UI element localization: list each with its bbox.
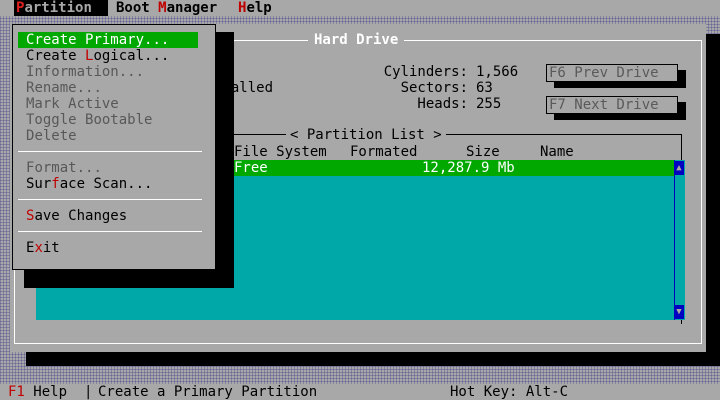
menu-item-label: nformation... [34,64,145,80]
menu-separator [18,151,202,152]
cylinders-value: 1,566 [476,64,519,80]
menu-item-delete: Delete [18,128,198,144]
window-title: Hard Drive [308,32,405,48]
scrollbar[interactable] [674,160,685,320]
menu-item-hotkey: A [68,96,77,112]
status-f1-hotkey: F1 [8,384,25,400]
menu-boot-manager-label-b: anager [166,0,218,16]
menu-partition-label: artition [24,0,92,16]
menu-item-label: elete [34,128,77,144]
menu-item-create-primary[interactable]: Create Primary... [18,32,198,48]
column-size: Size [466,144,500,160]
menu-boot-manager-label-a: Boot [116,0,159,16]
menu-item-label: Toggle [26,112,86,128]
row-size: 12,287.9 Mb [422,160,515,176]
cylinders-label: Cylinders: [383,64,468,80]
menu-item-hotkey: f [51,176,60,192]
menu-partition[interactable]: Partition [14,0,108,16]
menu-item-format: Format... [18,160,198,176]
next-drive-button[interactable]: F7 Next Drive [546,96,678,114]
heads-value: 255 [476,96,502,112]
menu-item-label: ogical... [93,48,170,64]
partition-list-title: < Partition List > [286,127,446,143]
column-formated: Formated [350,144,418,160]
menu-item-label: ename... [34,80,102,96]
menu-item-label: rimary... [93,32,170,48]
menu-help-label: elp [246,0,272,16]
menu-item-label: Create [26,48,86,64]
scroll-down-icon[interactable]: ▼ [674,305,684,319]
sectors-value: 63 [476,80,493,96]
menu-item-label: ctive [76,96,119,112]
menu-item-exit[interactable]: Exit [18,240,198,256]
menu-item-information: Information... [18,64,198,80]
status-bar: F1 Help | Create a Primary Partition Hot… [0,384,720,400]
menu-boot-manager[interactable]: Boot Manager [114,0,219,16]
menu-item-surface-scan[interactable]: Surface Scan... [18,176,198,192]
status-message: Create a Primary Partition [98,384,318,400]
menu-item-label: Create [26,32,86,48]
menu-item-label: Sur [26,176,52,192]
menu-item-hotkey: x [34,240,43,256]
menu-item-save-changes[interactable]: Save Changes [18,208,198,224]
column-file-system: File System [234,144,327,160]
menu-separator [18,231,202,232]
row-file-system: Free [234,160,268,176]
menu-item-label: ootable [93,112,153,128]
menu-item-label: it [42,240,60,256]
menu-item-label: ormat... [34,160,102,176]
menu-item-mark-active: Mark Active [18,96,198,112]
status-help-label: Help [24,384,68,400]
menu-item-label: ave Changes [34,208,128,224]
status-f1-key[interactable]: F1 Help [8,384,67,400]
sectors-label: Sectors: [400,80,468,96]
menu-separator [18,199,202,200]
menu-help[interactable]: Help [236,0,274,16]
menu-item-rename: Rename... [18,80,198,96]
menu-bar: Partition Boot Manager Help [0,0,720,16]
menu-boot-manager-hotkey: M [158,0,167,16]
menu-item-toggle-bootable: Toggle Bootable [18,112,198,128]
menu-item-label: ace Scan... [59,176,153,192]
menu-item-label: Mark [26,96,69,112]
status-hotkey: Hot Key: Alt-C [450,384,569,400]
menu-item-create-logical[interactable]: Create Logical... [18,48,198,64]
scroll-up-icon[interactable]: ▲ [674,161,684,175]
column-name: Name [540,144,574,160]
heads-label: Heads: [417,96,468,112]
status-divider: | [84,384,93,400]
prev-drive-button[interactable]: F6 Prev Drive [546,64,678,82]
